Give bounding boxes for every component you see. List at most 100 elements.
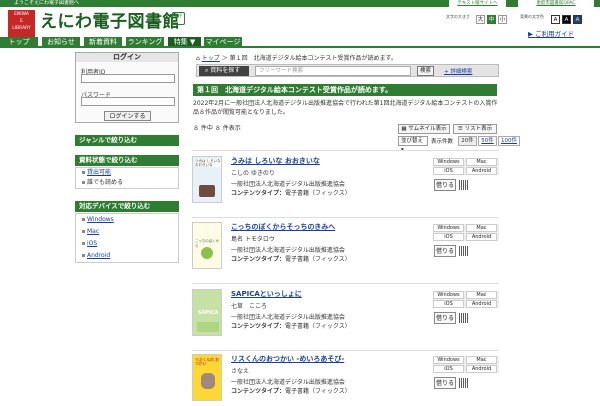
login-title: ログイン	[76, 53, 178, 62]
barcode-icon[interactable]	[459, 378, 469, 388]
divider	[192, 350, 499, 351]
color-blue-button[interactable]: A	[573, 15, 582, 24]
advanced-search-link[interactable]: + 詳細検索	[444, 67, 472, 75]
device-badge-windows: Windows	[433, 158, 464, 166]
site-title[interactable]: えにわ電子図書館	[40, 11, 180, 33]
device-ios-link[interactable]: iOS	[76, 238, 178, 250]
color-label: 背景の文字色	[520, 14, 544, 19]
device-badge-mac: Mac	[466, 224, 497, 232]
cover-illustration	[199, 185, 215, 197]
password-input[interactable]	[81, 97, 175, 106]
status-available-link[interactable]: 貸出可能	[76, 168, 178, 178]
arrow-icon	[82, 181, 85, 184]
status-filter-header[interactable]: 資料状態で絞り込む	[75, 155, 179, 166]
device-badges: Windows Mac iOS Android	[433, 224, 499, 241]
search-tag: ⌕ 資料を探す	[199, 66, 249, 76]
device-label[interactable]: Windows	[87, 216, 114, 223]
sort-select[interactable]: 並び替え ▾	[398, 136, 428, 153]
logo-line: LIBRARY	[12, 26, 31, 31]
device-label[interactable]: iOS	[87, 240, 97, 247]
content-type-value: 電子書籍（フィックス）	[285, 323, 351, 330]
per-page-100[interactable]: 100件	[498, 136, 520, 146]
content-type: コンテンツタイプ：電子書籍（フィックス）	[231, 188, 351, 197]
content-type: コンテンツタイプ：電子書籍（フィックス）	[231, 386, 351, 395]
device-badge-android: Android	[466, 233, 497, 241]
borrow-button[interactable]: 借りる	[434, 377, 456, 389]
per-page-50[interactable]: 50件	[478, 136, 497, 146]
status-anyone-link[interactable]: 誰でも読める	[76, 178, 178, 188]
device-label[interactable]: Android	[87, 252, 110, 259]
device-mac-link[interactable]: Mac	[76, 226, 178, 238]
book-publisher: 一般社団法人北海道デジタル出版推進協会	[231, 379, 345, 386]
cover-illustration	[201, 373, 215, 389]
arrow-icon	[82, 230, 85, 233]
feature-description: 2022年2月に一般社団法人北海道デジタル出版推進協会で行われた第1回北海道デジ…	[193, 100, 498, 116]
opac-link[interactable]: 恵庭市図書館OPAC	[518, 0, 594, 7]
color-white-button[interactable]: A	[551, 15, 560, 24]
barcode-icon[interactable]	[459, 246, 469, 256]
library-logo[interactable]: ENIWA E LIBRARY	[8, 10, 35, 40]
divider	[192, 150, 499, 151]
status-label[interactable]: 貸出可能	[87, 169, 111, 176]
arrow-icon	[82, 242, 85, 245]
list-view-button[interactable]: ☰ リスト表示	[453, 124, 497, 134]
user-id-input[interactable]	[81, 74, 175, 83]
arrow-icon	[82, 218, 85, 221]
cover-title: SAPICA	[197, 310, 219, 316]
book-title-link[interactable]: こっちのぼくからそっちのきみへ	[231, 222, 335, 232]
cover-title: リスくんの おつかい	[195, 357, 220, 366]
arrow-icon	[82, 254, 85, 257]
content-type-label: コンテンツタイプ：	[231, 388, 286, 395]
book-title-link[interactable]: うみは しろいな おおきいな	[231, 156, 320, 166]
book-cover[interactable]: こっちのぼくから	[192, 222, 222, 269]
status-filter-list: 貸出可能 誰でも読める	[75, 167, 179, 189]
device-badges: Windows Mac iOS Android	[433, 356, 499, 373]
list-item: SAPICA SAPICAといっしょに 七草 こころ 一般社団法人北海道デジタル…	[192, 289, 499, 349]
divider	[192, 283, 499, 284]
book-cover[interactable]: SAPICA	[192, 289, 222, 336]
top-bar: ようこそえにわ電子図書館へ テキスト版サイトへ 恵庭市図書館OPAC	[0, 0, 600, 7]
breadcrumb-home[interactable]: トップ	[202, 55, 220, 62]
search-button[interactable]: 検索	[417, 66, 434, 76]
device-windows-link[interactable]: Windows	[76, 214, 178, 226]
main-nav: トップ お知らせ 新着資料 ランキング 特集 ▼ マイページ	[0, 37, 600, 48]
barcode-icon[interactable]	[459, 313, 469, 323]
device-label[interactable]: Mac	[87, 228, 99, 235]
book-publisher: 一般社団法人北海道デジタル出版推進協会	[231, 247, 345, 254]
book-author: 七草 こころ	[231, 303, 268, 310]
genre-filter-header[interactable]: ジャンルで絞り込む	[75, 135, 179, 146]
content-type-value: 電子書籍（フィックス）	[285, 256, 351, 263]
book-cover[interactable]: リスくんの おつかい	[192, 354, 222, 401]
login-button[interactable]: ログインする	[104, 111, 151, 121]
search-input[interactable]: フリーワード検索	[255, 66, 411, 76]
device-android-link[interactable]: Android	[76, 250, 178, 262]
device-badges: Windows Mac iOS Android	[433, 291, 499, 308]
device-badge-android: Android	[466, 167, 497, 175]
list-icon: ☰	[457, 126, 465, 132]
book-title-link[interactable]: SAPICAといっしょに	[231, 289, 302, 299]
book-title-link[interactable]: リスくんのおつかい -めいろあそび-	[231, 354, 344, 364]
borrow-button[interactable]: 借りる	[434, 179, 456, 191]
breadcrumb-current: 第１回 北海道デジタル絵本コンテスト受賞作品が読めます。	[229, 55, 397, 62]
device-badge-android: Android	[466, 300, 497, 308]
font-size-large-button[interactable]: 大	[476, 15, 485, 24]
device-filter-header[interactable]: 対応デバイスで絞り込む	[75, 201, 179, 212]
search-bar: ⌕ 資料を探す フリーワード検索 検索 + 詳細検索	[196, 64, 499, 77]
book-author: こしの ゆきのり	[231, 170, 275, 177]
text-site-link[interactable]: テキスト版サイトへ	[448, 0, 506, 7]
font-size-medium-button[interactable]: 中	[487, 15, 496, 24]
book-publisher: 一般社団法人北海道デジタル出版推進協会	[231, 181, 345, 188]
content-type-value: 電子書籍（フィックス）	[285, 190, 351, 197]
thumbnail-view-button[interactable]: ▦ サムネイル表示	[398, 124, 450, 134]
font-size-small-button[interactable]: 小	[498, 15, 507, 24]
color-black-button[interactable]: A	[562, 15, 571, 24]
device-badge-windows: Windows	[433, 356, 464, 364]
device-filter-list: Windows Mac iOS Android	[75, 213, 179, 263]
sort-label: 並び替え	[401, 138, 424, 144]
barcode-icon[interactable]	[459, 180, 469, 190]
book-cover[interactable]: うみは しろいな おおきいな	[192, 156, 222, 203]
borrow-button[interactable]: 借りる	[434, 312, 456, 324]
borrow-button[interactable]: 借りる	[434, 245, 456, 257]
per-page-20[interactable]: 20件	[458, 136, 477, 146]
device-badge-mac: Mac	[466, 158, 497, 166]
